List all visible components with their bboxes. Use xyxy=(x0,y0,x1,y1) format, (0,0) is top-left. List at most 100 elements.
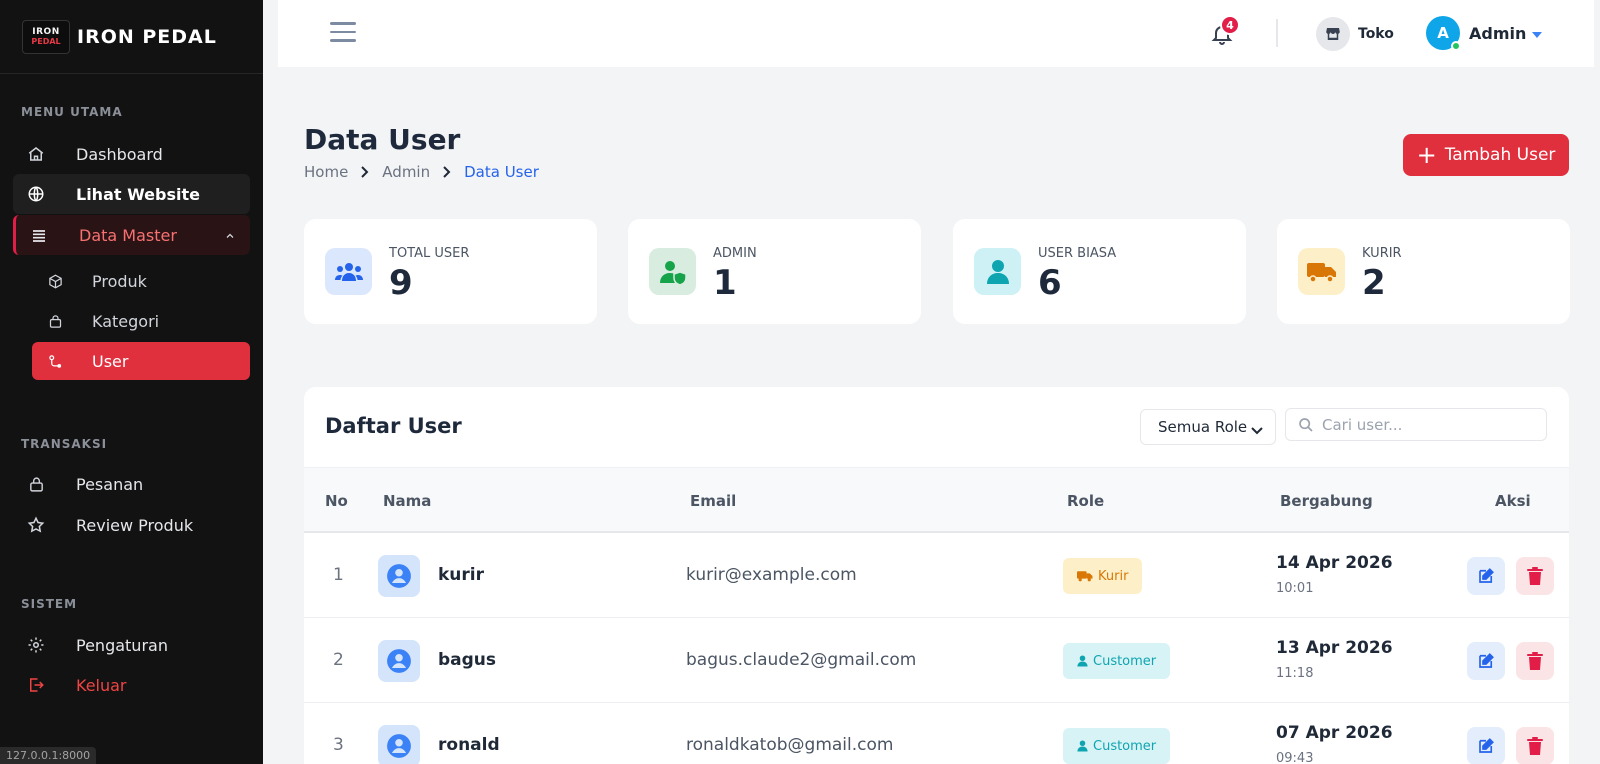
sidebar-item-label: Keluar xyxy=(76,675,127,695)
stat-label: KURIR xyxy=(1362,246,1402,261)
brand[interactable]: IRON PEDAL IRON PEDAL xyxy=(0,0,263,74)
sidebar-item-pengaturan[interactable]: Pengaturan xyxy=(13,625,250,665)
status-url: 127.0.0.1:8000 xyxy=(0,747,97,764)
role-badge: Customer xyxy=(1063,643,1171,679)
user-email: kurir@example.com xyxy=(686,565,857,585)
sidebar-item-data-master[interactable]: Data Master xyxy=(13,215,250,255)
role-filter-value: Semua Role xyxy=(1158,418,1248,436)
join-date: 07 Apr 2026 xyxy=(1276,723,1393,743)
search-input[interactable] xyxy=(1322,415,1532,434)
user-icon xyxy=(1077,655,1088,667)
role-filter-select[interactable]: Semua Role xyxy=(1140,409,1276,445)
section-menu-utama: MENU UTAMA xyxy=(21,105,123,119)
user-name: bagus xyxy=(438,650,497,670)
notification-badge: 4 xyxy=(1220,15,1240,35)
header-role: Role xyxy=(1067,492,1105,510)
join-time: 10:01 xyxy=(1276,581,1314,596)
role-badge-label: Customer xyxy=(1093,738,1157,754)
edit-button[interactable] xyxy=(1467,557,1505,595)
sidebar-item-label: Dashboard xyxy=(76,144,163,164)
sidebar-item-lihat-website[interactable]: Lihat Website xyxy=(13,174,250,214)
table-row: 3 ronald ronaldkatob@gmail.com Customer … xyxy=(304,703,1569,764)
sidebar-item-produk[interactable]: Produk xyxy=(32,262,250,300)
edit-button[interactable] xyxy=(1467,642,1505,680)
join-date: 14 Apr 2026 xyxy=(1276,553,1393,573)
brand-name: IRON PEDAL xyxy=(77,25,217,48)
caret-down-icon xyxy=(1532,24,1543,43)
plus-icon: + xyxy=(1416,141,1437,169)
truck-icon xyxy=(1298,248,1345,295)
join-date: 13 Apr 2026 xyxy=(1276,638,1393,658)
delete-button[interactable] xyxy=(1516,557,1554,595)
sidebar-item-pesanan[interactable]: Pesanan xyxy=(13,464,250,504)
breadcrumb-admin[interactable]: Admin xyxy=(382,163,430,181)
user-email: bagus.claude2@gmail.com xyxy=(686,650,917,670)
home-icon xyxy=(26,144,46,164)
list-icon xyxy=(29,225,49,245)
search-field[interactable] xyxy=(1285,408,1547,441)
sidebar-item-label: Review Produk xyxy=(76,515,194,535)
user-shield-icon xyxy=(649,248,696,295)
row-no: 3 xyxy=(333,735,344,755)
row-no: 1 xyxy=(333,565,344,585)
breadcrumb-current: Data User xyxy=(464,163,539,181)
star-icon xyxy=(26,515,46,535)
sidebar-item-keluar[interactable]: Keluar xyxy=(13,665,250,705)
role-badge: Kurir xyxy=(1063,558,1143,594)
stat-card-total-user: TOTAL USER 9 xyxy=(304,219,597,324)
user-avatar-icon xyxy=(378,640,420,682)
user-avatar-icon xyxy=(378,555,420,597)
delete-button[interactable] xyxy=(1516,727,1554,764)
header-email: Email xyxy=(690,492,737,510)
users-icon xyxy=(325,248,372,295)
sidebar-item-label: Data Master xyxy=(79,225,177,245)
header-bergabung: Bergabung xyxy=(1280,492,1373,510)
store-button[interactable]: Toko xyxy=(1316,17,1394,51)
join-time: 11:18 xyxy=(1276,666,1314,681)
logo-text-top: IRON xyxy=(32,27,60,37)
sidebar-item-label: Produk xyxy=(92,271,147,291)
table-row: 2 bagus bagus.claude2@gmail.com Customer… xyxy=(304,618,1569,703)
user-icon xyxy=(1077,740,1088,752)
breadcrumb: Home Admin Data User xyxy=(304,163,539,181)
header-nama: Nama xyxy=(383,492,432,510)
add-user-label: Tambah User xyxy=(1444,145,1556,165)
box-icon xyxy=(46,272,64,290)
breadcrumb-home[interactable]: Home xyxy=(304,163,348,181)
user-table-panel: Daftar User Semua Role No Nama Email Rol… xyxy=(304,387,1569,764)
sidebar-item-review-produk[interactable]: Review Produk xyxy=(13,505,250,545)
avatar: A xyxy=(1426,16,1461,51)
chevron-up-icon xyxy=(224,227,236,246)
lock-bag-icon xyxy=(26,474,46,494)
header-aksi: Aksi xyxy=(1495,492,1531,510)
section-transaksi: TRANSAKSI xyxy=(21,437,108,451)
sidebar-item-user[interactable]: User xyxy=(32,342,250,380)
delete-button[interactable] xyxy=(1516,642,1554,680)
sidebar-item-label: Pengaturan xyxy=(76,635,168,655)
user-route-icon xyxy=(46,352,64,370)
add-user-button[interactable]: + Tambah User xyxy=(1403,134,1569,176)
menu-toggle-icon[interactable] xyxy=(330,22,356,44)
search-icon xyxy=(1298,417,1314,433)
user-avatar-icon xyxy=(378,725,420,764)
page-title: Data User xyxy=(304,123,461,156)
stat-value: 6 xyxy=(1038,263,1062,303)
stat-label: TOTAL USER xyxy=(389,246,470,261)
store-label: Toko xyxy=(1358,26,1394,42)
gear-icon xyxy=(26,635,46,655)
sidebar-item-dashboard[interactable]: Dashboard xyxy=(13,134,250,174)
user-email: ronaldkatob@gmail.com xyxy=(686,735,894,755)
edit-button[interactable] xyxy=(1467,727,1505,764)
sidebar-item-kategori[interactable]: Kategori xyxy=(32,302,250,340)
user-name: Admin xyxy=(1469,23,1527,43)
row-no: 2 xyxy=(333,650,344,670)
user-menu[interactable]: A Admin xyxy=(1426,16,1543,51)
stat-value: 9 xyxy=(389,263,413,303)
brand-logo: IRON PEDAL xyxy=(22,19,70,54)
online-indicator xyxy=(1451,41,1461,51)
table-row: 1 kurir kurir@example.com Kurir 14 Apr 2… xyxy=(304,533,1569,618)
stat-label: USER BIASA xyxy=(1038,246,1117,261)
chevron-down-icon xyxy=(1251,422,1263,440)
divider xyxy=(1276,19,1278,47)
stat-value: 1 xyxy=(713,263,737,303)
